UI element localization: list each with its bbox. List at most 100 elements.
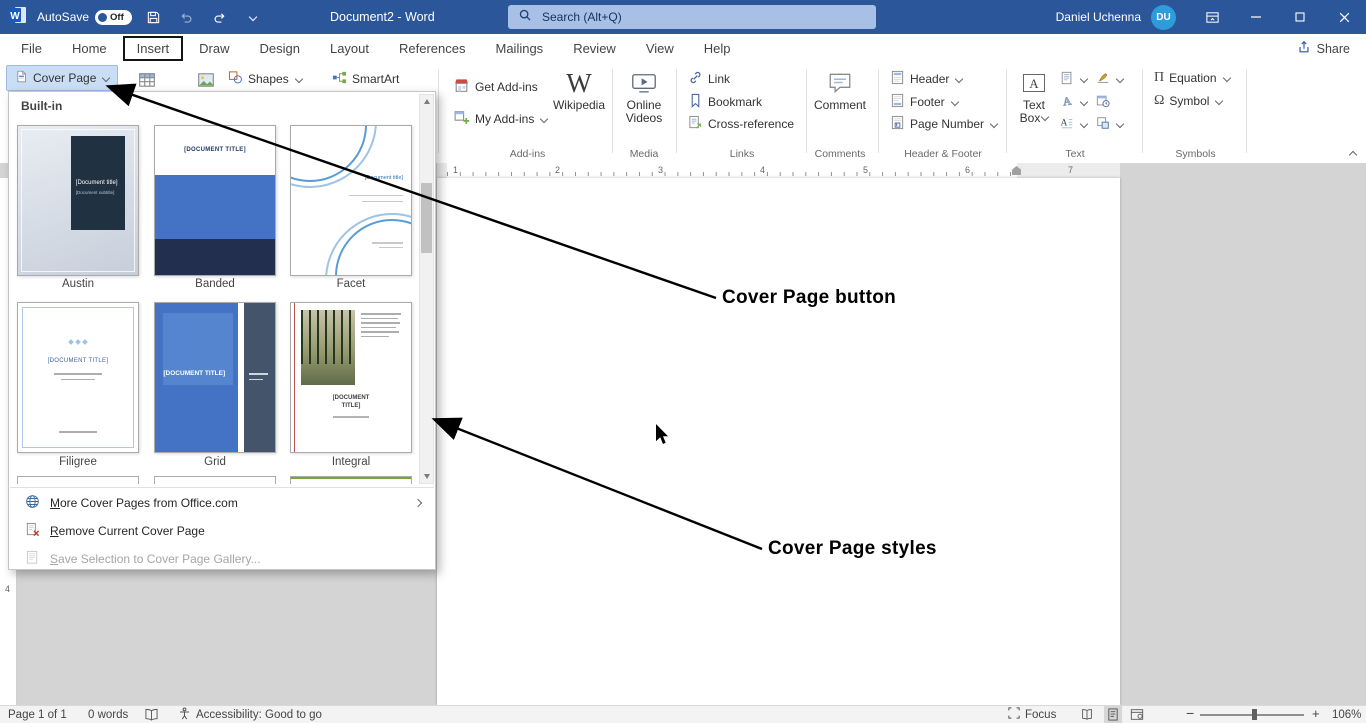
cover-thumbnail-partial[interactable]	[290, 476, 412, 484]
get-addins-button[interactable]: Get Add-ins	[453, 76, 538, 98]
undo-button[interactable]	[174, 4, 198, 30]
signature-line-button[interactable]	[1096, 68, 1123, 90]
cover-thumbnail-grid[interactable]: [DOCUMENT TITLE]	[154, 302, 276, 453]
symbol-button[interactable]: Ω Symbol	[1154, 90, 1222, 112]
focus-button[interactable]: Focus	[1008, 706, 1056, 723]
search-bar[interactable]	[508, 5, 876, 29]
zoom-out-button[interactable]: −	[1186, 704, 1194, 721]
my-addins-label: My Add-ins	[475, 112, 534, 126]
document-title: Document2 - Word	[330, 0, 435, 34]
document-page[interactable]	[437, 178, 1120, 705]
cover-page-button[interactable]: Cover Page	[6, 65, 118, 91]
word-count[interactable]: 0 words	[88, 706, 128, 723]
text-box-button[interactable]: A Text Box	[1012, 67, 1056, 125]
chevron-right-icon	[414, 499, 422, 507]
header-button[interactable]: Header	[890, 68, 962, 90]
group-label-comments: Comments	[810, 148, 870, 160]
focus-label: Focus	[1025, 709, 1056, 721]
online-videos-button[interactable]: Online Videos	[618, 67, 670, 125]
ribbon-display-options-button[interactable]	[1190, 0, 1234, 34]
quick-access-chevron-icon[interactable]	[240, 4, 264, 30]
shapes-button[interactable]: Shapes	[228, 68, 302, 90]
close-button[interactable]	[1322, 0, 1366, 34]
word-window: W AutoSave Off Document2 - Word	[0, 0, 1366, 723]
autosave-toggle[interactable]: Off	[95, 10, 132, 25]
tab-home[interactable]: Home	[57, 35, 122, 62]
menu-more-cover-pages[interactable]: More Cover Pages from Office.com	[9, 489, 435, 517]
drop-cap-button[interactable]: A	[1060, 113, 1087, 135]
avatar[interactable]: DU	[1151, 5, 1176, 30]
redo-button[interactable]	[207, 4, 231, 30]
equation-button[interactable]: Π Equation	[1154, 67, 1230, 89]
zoom-in-button[interactable]: +	[1312, 705, 1320, 722]
tab-file[interactable]: File	[6, 35, 57, 62]
group-label-addins: Add-ins	[443, 148, 612, 160]
comment-button[interactable]: Comment	[812, 67, 868, 112]
tab-view[interactable]: View	[631, 35, 689, 62]
scroll-down-button[interactable]	[420, 470, 433, 483]
cover-thumbnail-partial[interactable]	[17, 476, 139, 484]
footer-button[interactable]: Footer	[890, 91, 958, 113]
wordart-button[interactable]: A	[1060, 91, 1087, 113]
cover-thumbnail-filigree[interactable]: [DOCUMENT TITLE]	[17, 302, 139, 453]
page-number-button[interactable]: Page Number	[890, 113, 997, 135]
chevron-down-icon	[950, 98, 958, 106]
link-button[interactable]: Link	[688, 68, 730, 90]
print-layout-button[interactable]	[1104, 706, 1122, 723]
horizontal-ruler[interactable]: 1 2 3 4 5 6 7	[437, 163, 1120, 178]
tab-help[interactable]: Help	[689, 35, 746, 62]
maximize-button[interactable]	[1278, 0, 1322, 34]
bookmark-label: Bookmark	[708, 95, 762, 109]
cross-reference-button[interactable]: Cross-reference	[688, 113, 794, 135]
drop-cap-icon: A	[1060, 116, 1074, 133]
web-layout-button[interactable]	[1130, 706, 1144, 723]
share-button[interactable]: Share	[1297, 34, 1350, 63]
online-video-icon	[631, 67, 657, 99]
tab-references[interactable]: References	[384, 35, 480, 62]
cover-thumbnail-integral[interactable]: [DOCUMENT TITLE]	[290, 302, 412, 453]
scrollbar-thumb[interactable]	[421, 183, 432, 253]
menu-remove-cover-page[interactable]: Remove Current Cover Page	[9, 517, 435, 545]
thumbnail-name: Integral	[290, 456, 412, 468]
object-button[interactable]	[1096, 113, 1123, 135]
page-number-label: Page Number	[910, 117, 984, 131]
zoom-level[interactable]: 106%	[1332, 706, 1361, 723]
tab-review[interactable]: Review	[558, 35, 631, 62]
my-addins-button[interactable]: My Add-ins	[453, 108, 547, 130]
tab-insert[interactable]: Insert	[122, 35, 185, 62]
accessibility-status[interactable]: Accessibility: Good to go	[178, 706, 322, 723]
cover-thumbnail-partial[interactable]	[154, 476, 276, 484]
svg-text:A: A	[1029, 76, 1039, 91]
scroll-up-button[interactable]	[420, 95, 433, 108]
svg-text:A: A	[1062, 95, 1073, 108]
date-time-button[interactable]	[1096, 91, 1110, 113]
wikipedia-button[interactable]: W Wikipedia	[553, 67, 605, 112]
tab-draw[interactable]: Draw	[184, 35, 244, 62]
read-mode-button[interactable]	[1080, 706, 1094, 723]
tab-design[interactable]: Design	[245, 35, 315, 62]
cover-thumbnail-banded[interactable]: [DOCUMENT TITLE]	[154, 125, 276, 276]
autosave-control[interactable]: AutoSave Off	[37, 10, 132, 25]
menu-label: Save Selection to Cover Page Gallery...	[50, 552, 261, 566]
save-button[interactable]	[141, 4, 165, 30]
wordart-icon: A	[1060, 94, 1074, 111]
chevron-down-icon	[1080, 98, 1088, 106]
bookmark-button[interactable]: Bookmark	[688, 91, 762, 113]
minimize-button[interactable]	[1234, 0, 1278, 34]
page-indicator[interactable]: Page 1 of 1	[8, 706, 67, 723]
object-icon	[1096, 116, 1110, 133]
proofing-icon[interactable]	[144, 706, 159, 723]
quick-parts-button[interactable]	[1060, 68, 1087, 90]
gallery-scrollbar[interactable]	[419, 94, 434, 484]
smartart-button[interactable]: SmartArt	[332, 68, 399, 90]
triangle-down-icon	[424, 474, 430, 479]
globe-icon	[25, 494, 40, 512]
text-box-icon: A	[1021, 67, 1047, 99]
tab-layout[interactable]: Layout	[315, 35, 384, 62]
zoom-slider-thumb[interactable]	[1252, 709, 1257, 720]
tab-mailings[interactable]: Mailings	[481, 35, 559, 62]
cover-thumbnail-austin[interactable]: [Document title] [Document subtitle]	[17, 125, 139, 276]
equation-label: Equation	[1169, 71, 1216, 85]
search-input[interactable]	[540, 9, 844, 25]
cover-thumbnail-facet[interactable]: [Document title]	[290, 125, 412, 276]
